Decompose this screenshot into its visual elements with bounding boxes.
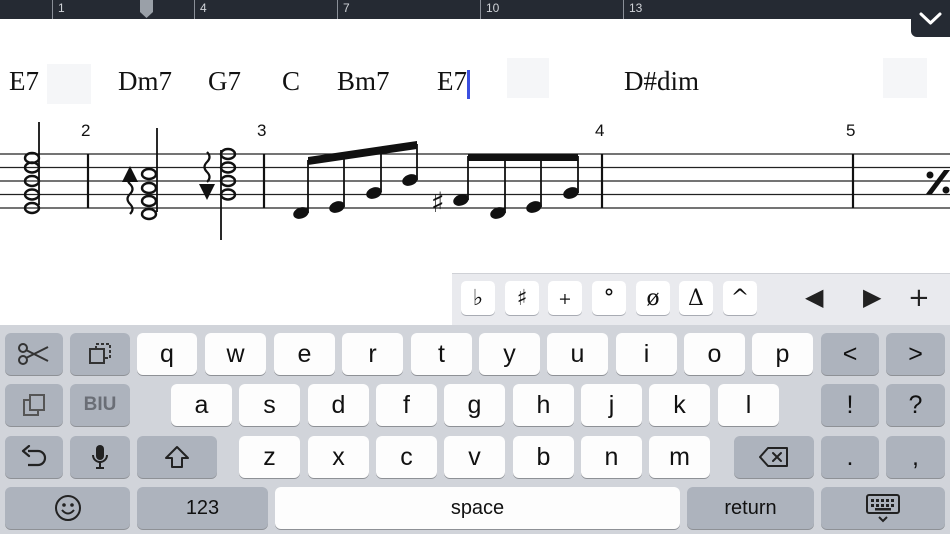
key-t[interactable]: t: [411, 333, 472, 375]
chord-symbol[interactable]: G7: [208, 66, 241, 97]
period-key[interactable]: .: [821, 436, 879, 478]
key-z[interactable]: z: [239, 436, 300, 478]
copy-icon: [89, 343, 111, 364]
key-l[interactable]: l: [718, 384, 779, 426]
chord-slot[interactable]: [507, 58, 549, 98]
key-q[interactable]: q: [137, 333, 197, 375]
flat-button[interactable]: ♭: [461, 281, 495, 315]
diminished-button[interactable]: °: [592, 281, 626, 315]
key-f[interactable]: f: [376, 384, 437, 426]
measure-ruler[interactable]: 1 4 7 10 13: [0, 0, 950, 19]
delete-key[interactable]: [734, 436, 814, 478]
key-c[interactable]: c: [376, 436, 437, 478]
chord-symbol[interactable]: C: [282, 66, 300, 97]
undo-button[interactable]: [5, 436, 63, 478]
chord-notes[interactable]: [122, 128, 158, 221]
chord-toolbar: ♭ ♯ + ° ø Δ ^ ◀ ▶ +: [452, 273, 950, 326]
ruler-tick: [623, 0, 624, 19]
ruler-label: 10: [486, 1, 500, 15]
microphone-icon: [92, 445, 108, 469]
key-u[interactable]: u: [547, 333, 608, 375]
chord-symbol[interactable]: Bm7: [337, 66, 390, 97]
key-p[interactable]: p: [752, 333, 813, 375]
sharp-button[interactable]: ♯: [505, 281, 539, 315]
undo-icon: [21, 445, 47, 467]
scissors-icon: [18, 343, 49, 365]
ruler-tick: [337, 0, 338, 19]
emoji-key[interactable]: [5, 487, 130, 529]
key-n[interactable]: n: [581, 436, 642, 478]
shift-key[interactable]: [137, 436, 217, 478]
ruler-tick: [194, 0, 195, 19]
copy-button[interactable]: [70, 333, 130, 375]
previous-chord-button[interactable]: ◀: [805, 283, 823, 311]
numbers-key[interactable]: 123: [137, 487, 268, 529]
key-h[interactable]: h: [513, 384, 574, 426]
shift-arrow-icon: [165, 446, 189, 468]
chevron-down-icon: [919, 12, 942, 25]
next-chord-button[interactable]: ▶: [863, 283, 881, 311]
ruler-label: 4: [200, 1, 207, 15]
paste-button[interactable]: [5, 384, 63, 426]
key-m[interactable]: m: [649, 436, 710, 478]
ruler-label: 13: [629, 1, 643, 15]
chord-slot[interactable]: [883, 58, 927, 98]
key-g[interactable]: g: [444, 384, 505, 426]
space-key[interactable]: space: [275, 487, 680, 529]
exclamation-key[interactable]: !: [821, 384, 879, 426]
key-i[interactable]: i: [616, 333, 677, 375]
onscreen-keyboard: q w e r t y u i o p < > BIU a s d f g h …: [0, 325, 950, 534]
chord-symbol[interactable]: D#dim: [624, 66, 699, 97]
collapse-button[interactable]: [911, 0, 950, 37]
question-key[interactable]: ?: [886, 384, 945, 426]
key-r[interactable]: r: [342, 333, 403, 375]
key-y[interactable]: y: [479, 333, 540, 375]
chord-symbol[interactable]: Dm7: [118, 66, 172, 97]
backspace-icon: [759, 447, 788, 467]
hide-keyboard-key[interactable]: [821, 487, 945, 529]
half-diminished-button[interactable]: ø: [636, 281, 670, 315]
key-e[interactable]: e: [274, 333, 335, 375]
key-w[interactable]: w: [205, 333, 266, 375]
key-o[interactable]: o: [684, 333, 745, 375]
key-s[interactable]: s: [239, 384, 300, 426]
format-biu-button[interactable]: BIU: [70, 384, 130, 426]
key-j[interactable]: j: [581, 384, 642, 426]
comma-key[interactable]: ,: [886, 436, 945, 478]
beamed-notes[interactable]: [307, 141, 418, 213]
sharp-accidental: ♯: [431, 186, 445, 219]
key-x[interactable]: x: [308, 436, 369, 478]
paste-icon: [23, 394, 45, 416]
key-v[interactable]: v: [444, 436, 505, 478]
chord-slot[interactable]: [47, 64, 91, 104]
ruler-tick: [480, 0, 481, 19]
chord-symbol[interactable]: E7: [437, 66, 467, 97]
key-k[interactable]: k: [649, 384, 710, 426]
augmented-button[interactable]: +: [548, 281, 582, 315]
ruler-label: 1: [58, 1, 65, 15]
right-arrow-key[interactable]: >: [886, 333, 945, 375]
key-a[interactable]: a: [171, 384, 232, 426]
cut-button[interactable]: [5, 333, 63, 375]
playhead-marker[interactable]: [139, 0, 154, 19]
music-staff[interactable]: ♯: [0, 110, 950, 250]
emoji-smiley-icon: [54, 495, 81, 521]
return-key[interactable]: return: [687, 487, 814, 529]
key-d[interactable]: d: [308, 384, 369, 426]
keyboard-hide-icon: [866, 494, 900, 523]
repeat-sign: [926, 170, 950, 194]
ruler-tick: [52, 0, 53, 19]
chord-symbol[interactable]: E7: [9, 66, 39, 97]
major-seventh-button[interactable]: Δ: [679, 281, 713, 315]
text-cursor: [467, 70, 470, 99]
ruler-label: 7: [343, 1, 350, 15]
caret-button[interactable]: ^: [723, 281, 757, 315]
key-b[interactable]: b: [513, 436, 574, 478]
dictation-button[interactable]: [70, 436, 130, 478]
left-arrow-key[interactable]: <: [821, 333, 879, 375]
add-chord-button[interactable]: +: [908, 283, 930, 313]
